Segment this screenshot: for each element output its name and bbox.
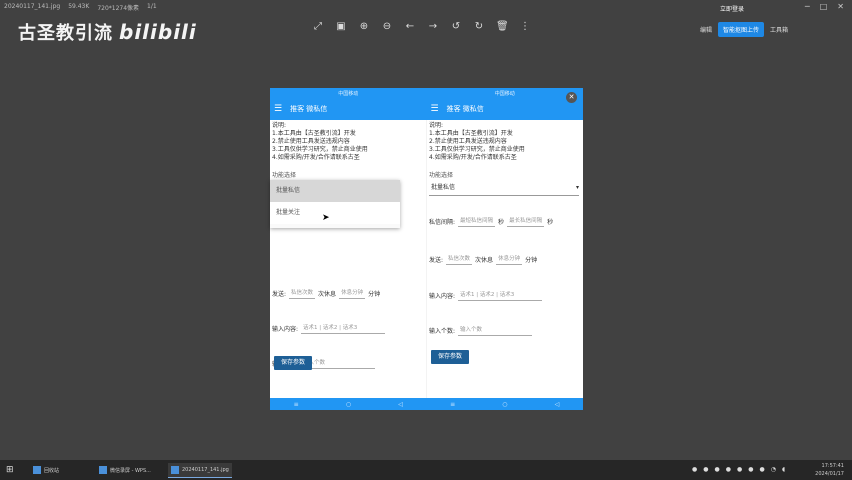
content-input[interactable]: 话术1 | 话术2 | 话术3: [458, 290, 543, 301]
dropdown-arrow-icon: ▾: [575, 184, 579, 191]
back-nav-icon[interactable]: ◁: [555, 401, 560, 408]
tray-icon[interactable]: ●: [703, 466, 708, 473]
taskbar: ⊞ 回收站 微信录屏 - WPS... 20240117_141.jpg ● ●…: [0, 460, 852, 480]
tray-icon[interactable]: ●: [715, 466, 720, 473]
viewer-titlebar: 20240117_141.jpg 59.43K 720*1274像素 1/1 立…: [0, 0, 852, 14]
viewer-toolbar: ⤢ ▣ ⊕ ⊖ ← → ↺ ↻ 🗑 ⋮: [312, 21, 531, 33]
actual-size-icon[interactable]: ▣: [335, 21, 347, 33]
image-viewer-icon: [171, 466, 179, 474]
app-title: 推客 微私信: [290, 105, 328, 113]
function-select: 功能选择 批量私信 ▾: [427, 170, 579, 196]
fit-screen-icon[interactable]: ⤢: [312, 21, 324, 33]
close-icon[interactable]: ✕: [837, 2, 844, 11]
image-index: 1/1: [147, 3, 157, 10]
count-row: 输入个数: 输入个数: [429, 325, 533, 336]
network-icon[interactable]: ◔: [771, 466, 776, 473]
notes: 说明: 1.本工具由【古圣教引流】开发 2.禁止使用工具发送违规内容 3.工具仅…: [429, 122, 525, 161]
home-nav-icon[interactable]: ○: [502, 401, 507, 408]
save-button[interactable]: 保存参数: [431, 350, 469, 364]
login-link[interactable]: 立即登录: [720, 4, 744, 13]
dropdown-option[interactable]: 批量关注: [270, 202, 400, 224]
close-icon[interactable]: ✕: [566, 92, 577, 103]
file-size: 59.43K: [68, 3, 90, 10]
function-select-value[interactable]: 批量私信 ▾: [429, 181, 579, 196]
tray-icon[interactable]: ●: [726, 466, 731, 473]
max-interval-input[interactable]: 最长私信间隔: [507, 216, 545, 227]
app-bar: ☰ 推客 微私信 ☰ 推客 微私信: [270, 98, 583, 120]
interval-row: 私信间隔: 最短私信间隔 秒 最长私信间隔 秒: [429, 216, 554, 227]
function-dropdown: 批量私信 批量关注: [270, 180, 400, 228]
menu-nav-icon[interactable]: ≡: [450, 401, 455, 408]
toolbox-button[interactable]: 工具箱: [770, 25, 788, 34]
back-nav-icon[interactable]: ◁: [398, 401, 403, 408]
home-nav-icon[interactable]: ○: [346, 401, 351, 408]
right-toolbar: 编辑 智能抠图上传 工具箱: [700, 20, 788, 38]
dropdown-option[interactable]: 批量私信: [270, 180, 400, 202]
menu-icon[interactable]: ☰: [431, 104, 439, 114]
watermark: 古圣教引流 bilibili: [18, 20, 197, 44]
phone-screenshot: 中国移动 中国移动 ✕ ☰ 推客 微私信 ☰ 推客 微私信 说明: 1.本工具由【古…: [270, 88, 583, 410]
content-row: 输入内容: 话术1 | 话术2 | 话术3: [272, 323, 386, 334]
windows-start-icon[interactable]: ⊞: [6, 465, 16, 475]
edit-button[interactable]: 编辑: [700, 25, 712, 34]
recycle-bin-icon: [33, 466, 41, 474]
zoom-in-icon[interactable]: ⊕: [358, 21, 370, 33]
send-count-input[interactable]: 私信次数: [446, 254, 473, 265]
minimize-icon[interactable]: ─: [805, 2, 810, 11]
app-title: 推客 微私信: [446, 105, 484, 113]
taskbar-item[interactable]: 20240117_141.jpg: [168, 463, 232, 478]
count-input[interactable]: 输入个数: [458, 325, 533, 336]
nav-bar: ≡ ○ ◁ ≡ ○ ◁: [270, 398, 583, 410]
tray-icon[interactable]: ●: [692, 466, 697, 473]
send-count-input[interactable]: 私信次数: [289, 288, 316, 299]
menu-nav-icon[interactable]: ≡: [294, 401, 299, 408]
bilibili-logo: bilibili: [119, 20, 197, 44]
status-bar: 中国移动 中国移动: [270, 88, 583, 98]
mouse-cursor-icon: ➤: [322, 213, 330, 223]
right-panel: 说明: 1.本工具由【古圣教引流】开发 2.禁止使用工具发送违规内容 3.工具仅…: [426, 120, 583, 398]
volume-icon[interactable]: ◖: [782, 466, 785, 473]
tray-icon[interactable]: ●: [737, 466, 742, 473]
send-row: 发送: 私信次数 次休息 休息分钟 分钟: [429, 254, 538, 265]
next-icon[interactable]: →: [427, 21, 439, 33]
send-row: 发送: 私信次数 次休息 休息分钟 分钟: [272, 288, 381, 299]
delete-icon[interactable]: 🗑: [496, 21, 509, 33]
rotate-left-icon[interactable]: ↺: [450, 21, 462, 33]
menu-icon[interactable]: ☰: [274, 104, 282, 114]
taskbar-item[interactable]: 微信录屏 - WPS...: [96, 463, 154, 477]
rest-minutes-input[interactable]: 休息分钟: [496, 254, 523, 265]
min-interval-input[interactable]: 最短私信间隔: [458, 216, 496, 227]
function-select: 功能选择: [272, 172, 297, 179]
content-input[interactable]: 话术1 | 话术2 | 话术3: [301, 323, 386, 334]
notes: 说明: 1.本工具由【古圣教引流】开发 2.禁止使用工具发送违规内容 3.工具仅…: [272, 122, 368, 161]
count-input[interactable]: 输入个数: [301, 358, 376, 369]
zoom-out-icon[interactable]: ⊖: [381, 21, 393, 33]
image-dimensions: 720*1274像素: [97, 5, 140, 12]
maximize-icon[interactable]: □: [820, 2, 828, 11]
system-tray: ● ● ● ● ● ● ● ◔ ◖: [692, 466, 785, 473]
smart-cutout-button[interactable]: 智能抠图上传: [718, 21, 765, 37]
save-button[interactable]: 保存参数: [274, 356, 312, 370]
content-row: 输入内容: 话术1 | 话术2 | 话术3: [429, 290, 543, 301]
tray-icon[interactable]: ●: [748, 466, 753, 473]
left-panel: 说明: 1.本工具由【古圣教引流】开发 2.禁止使用工具发送违规内容 3.工具仅…: [270, 120, 426, 398]
taskbar-item[interactable]: 回收站: [30, 463, 62, 477]
tray-icon[interactable]: ●: [760, 466, 765, 473]
app-icon: [99, 466, 107, 474]
rotate-right-icon[interactable]: ↻: [473, 21, 485, 33]
prev-icon[interactable]: ←: [404, 21, 416, 33]
system-clock[interactable]: 17:57:41 2024/01/17: [815, 462, 844, 478]
more-icon[interactable]: ⋮: [519, 21, 531, 33]
rest-minutes-input[interactable]: 休息分钟: [339, 288, 366, 299]
file-name: 20240117_141.jpg: [4, 3, 61, 10]
